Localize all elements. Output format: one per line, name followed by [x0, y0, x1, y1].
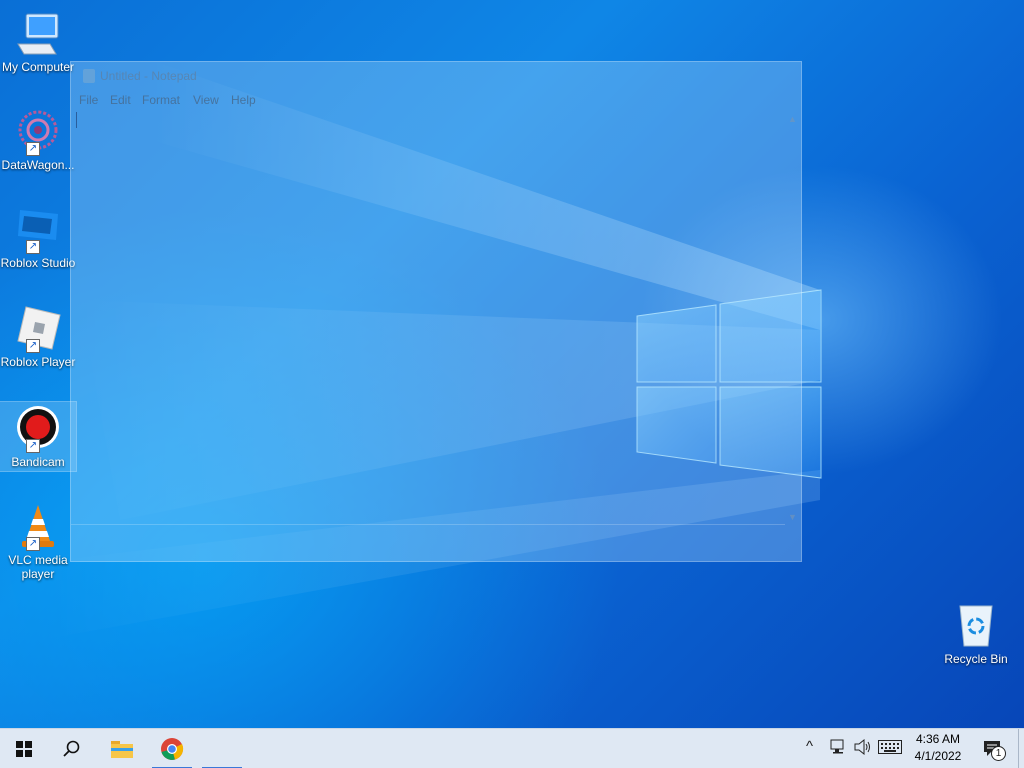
menu-file[interactable]: File [79, 93, 98, 107]
desktop-icon-vlc[interactable]: ↗ VLC media player [0, 503, 76, 581]
keyboard-icon[interactable] [878, 740, 902, 757]
scroll-up-icon[interactable]: ▲ [788, 114, 797, 124]
desktop-icon-label: VLC media player [8, 553, 68, 581]
taskbar: ^ 4:36 AM 4/1/2022 1 [0, 728, 1024, 768]
roblox-player-icon: ↗ [14, 305, 62, 353]
network-icon[interactable] [830, 739, 848, 758]
desktop: My Computer ↗ DataWagon... ↗ Roblox Stud… [0, 0, 1024, 728]
recycle-bin-label: Recycle Bin [944, 652, 1008, 666]
menu-view[interactable]: View [193, 93, 219, 107]
clock-time: 4:36 AM [915, 732, 961, 746]
file-explorer-icon [111, 741, 133, 758]
vlc-icon: ↗ [14, 503, 62, 551]
search-button[interactable] [48, 729, 96, 768]
desktop-icon-bandicam[interactable]: ↗ Bandicam [0, 401, 77, 472]
taskbar-chrome[interactable] [152, 729, 192, 768]
taskbar-clock[interactable]: 4:36 AM 4/1/2022 [906, 731, 970, 765]
taskbar-notepad[interactable] [202, 729, 242, 768]
shortcut-arrow-icon: ↗ [26, 537, 40, 551]
shortcut-arrow-icon: ↗ [26, 240, 40, 254]
desktop-icon-datawagon[interactable]: ↗ DataWagon... [0, 108, 76, 172]
chrome-icon [161, 738, 184, 760]
desktop-icon-my-computer[interactable]: My Computer [0, 10, 76, 74]
notepad-statusbar [71, 541, 801, 561]
search-icon [63, 740, 80, 757]
bandicam-icon: ↗ [14, 405, 62, 453]
show-hidden-icons-chevron[interactable]: ^ [806, 738, 813, 755]
notification-count-badge: 1 [991, 746, 1006, 761]
notepad-taskbar-icon [222, 749, 223, 750]
notepad-window[interactable]: Untitled - Notepad File Edit Format View… [70, 61, 802, 562]
taskbar-file-explorer[interactable] [100, 729, 144, 768]
desktop-icon-roblox-studio[interactable]: ↗ Roblox Studio [0, 206, 76, 270]
menu-help[interactable]: Help [231, 93, 256, 107]
shortcut-arrow-icon: ↗ [26, 142, 40, 156]
vertical-scrollbar[interactable]: ▲ ▼ [785, 112, 801, 524]
show-desktop-button[interactable] [1018, 729, 1019, 768]
roblox-studio-icon: ↗ [14, 206, 62, 254]
windows-start-icon [16, 741, 32, 757]
recycle-bin-icon [952, 602, 1000, 650]
menu-format[interactable]: Format [142, 93, 180, 107]
text-editor[interactable] [75, 112, 785, 524]
clock-date: 4/1/2022 [914, 749, 962, 763]
horizontal-scrollbar[interactable] [71, 524, 785, 541]
desktop-icon-recycle-bin[interactable]: Recycle Bin [938, 602, 1014, 666]
shortcut-arrow-icon: ↗ [26, 439, 40, 453]
desktop-icon-label: Bandicam [11, 455, 65, 469]
scroll-down-icon[interactable]: ▼ [788, 512, 797, 522]
desktop-icon-label: My Computer [1, 60, 75, 74]
desktop-icon-label: DataWagon... [1, 158, 75, 172]
volume-icon[interactable] [854, 738, 872, 758]
datawagon-icon: ↗ [14, 108, 62, 156]
shortcut-arrow-icon: ↗ [26, 339, 40, 353]
notepad-titlebar[interactable]: Untitled - Notepad [71, 62, 801, 90]
desktop-icon-label: Roblox Studio [0, 256, 76, 270]
start-button[interactable] [0, 729, 48, 768]
text-caret [76, 112, 77, 128]
computer-icon [14, 10, 62, 58]
desktop-icon-roblox-player[interactable]: ↗ Roblox Player [0, 305, 76, 369]
desktop-icon-label: Roblox Player [0, 355, 76, 369]
notepad-icon [83, 69, 95, 83]
menu-edit[interactable]: Edit [110, 93, 131, 107]
notepad-menubar: File Edit Format View Help [71, 90, 801, 112]
window-title: Untitled - Notepad [100, 69, 197, 83]
action-center-button[interactable]: 1 [982, 738, 1006, 763]
